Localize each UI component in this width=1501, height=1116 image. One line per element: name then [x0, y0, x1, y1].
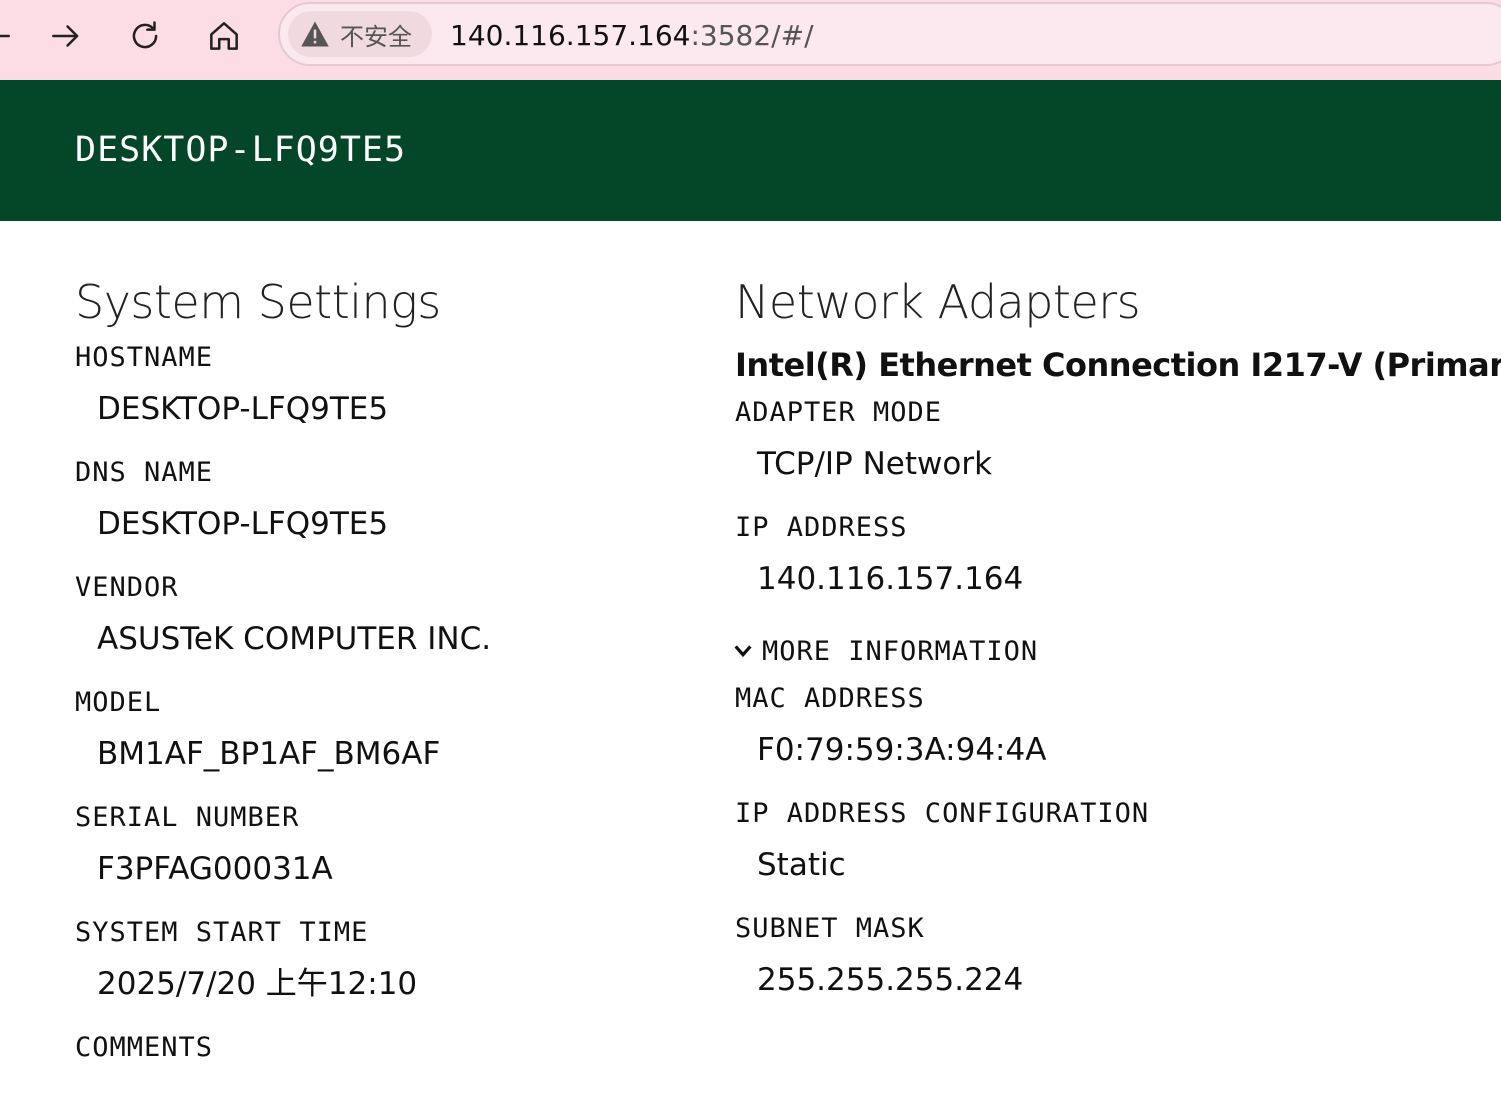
field-value: BM1AF_BP1AF_BM6AF [97, 736, 441, 772]
url-text[interactable]: 140.116.157.164:3582/#/ [450, 18, 814, 54]
chevron-down-icon [734, 645, 752, 658]
field-value: DESKTOP-LFQ9TE5 [97, 391, 389, 427]
warning-triangle-icon [301, 21, 329, 47]
field-label: IP ADDRESS [735, 512, 908, 543]
url-host: 140.116.157.164 [450, 19, 691, 52]
field-label: MODEL [75, 687, 162, 718]
field-label: SERIAL NUMBER [75, 802, 300, 833]
model-field: MODEL BM1AF_BP1AF_BM6AF [75, 683, 695, 798]
field-value: 255.255.255.224 [757, 962, 1024, 998]
field-label: IP ADDRESS CONFIGURATION [735, 798, 1150, 829]
field-label: HOSTNAME [75, 342, 214, 373]
field-value: Static [757, 847, 846, 883]
field-label: ADAPTER MODE [735, 397, 943, 428]
subnet-mask-field: SUBNET MASK 255.255.255.224 [735, 909, 1495, 1024]
back-button[interactable] [0, 14, 18, 58]
serial-number-field: SERIAL NUMBER F3PFAG00031A [75, 798, 695, 913]
app-header: DESKTOP-LFQ9TE5 [0, 80, 1501, 221]
home-icon [210, 22, 238, 50]
field-value: 140.116.157.164 [757, 561, 1024, 597]
reload-button[interactable] [123, 14, 167, 58]
dns-name-field: DNS NAME DESKTOP-LFQ9TE5 [75, 453, 695, 568]
ip-address-configuration-field: IP ADDRESS CONFIGURATION Static [735, 794, 1495, 909]
adapter-name: Intel(R) Ethernet Connection I217-V (Pri… [735, 346, 1501, 384]
more-information-label: MORE INFORMATION [762, 635, 1039, 667]
field-value: 2025/7/20 上午12:10 [97, 966, 418, 1002]
home-button[interactable] [202, 14, 246, 58]
mac-address-field: MAC ADDRESS F0:79:59:3A:94:4A [735, 679, 1495, 794]
field-label: SYSTEM START TIME [75, 917, 369, 948]
system-settings-title: System Settings [75, 275, 441, 329]
arrow-left-icon [0, 34, 10, 38]
security-label: 不安全 [340, 22, 412, 51]
url-path: :3582/#/ [690, 19, 814, 52]
hostname-field: HOSTNAME DESKTOP-LFQ9TE5 [75, 338, 695, 453]
field-label: SUBNET MASK [735, 913, 925, 944]
address-bar[interactable]: 不安全 140.116.157.164:3582/#/ [278, 2, 1501, 66]
field-label: VENDOR [75, 572, 179, 603]
field-label: DNS NAME [75, 457, 214, 488]
field-label: COMMENTS [75, 1032, 214, 1063]
arrow-right-icon [52, 25, 79, 47]
ip-address-field: IP ADDRESS 140.116.157.164 [735, 508, 1495, 623]
field-value: F3PFAG00031A [97, 851, 333, 887]
field-value: DESKTOP-LFQ9TE5 [97, 506, 389, 542]
system-settings-panel: System Settings HOSTNAME DESKTOP-LFQ9TE5… [75, 270, 695, 1068]
adapter-mode-field: ADAPTER MODE TCP/IP Network [735, 393, 1495, 508]
system-start-time-field: SYSTEM START TIME 2025/7/20 上午12:10 [75, 913, 695, 1028]
comments-field: COMMENTS [75, 1028, 695, 1068]
forward-button[interactable] [44, 14, 88, 58]
field-value: ASUSTeK COMPUTER INC. [97, 621, 492, 657]
browser-toolbar: 不安全 140.116.157.164:3582/#/ [0, 0, 1501, 80]
field-label: MAC ADDRESS [735, 683, 925, 714]
field-value: F0:79:59:3A:94:4A [757, 732, 1047, 768]
page-title: DESKTOP-LFQ9TE5 [75, 130, 407, 170]
vendor-field: VENDOR ASUSTeK COMPUTER INC. [75, 568, 695, 683]
network-adapters-title: Network Adapters [735, 275, 1141, 329]
network-adapters-panel: Network Adapters Intel(R) Ethernet Conne… [732, 270, 1501, 1024]
field-value: TCP/IP Network [757, 446, 993, 482]
security-indicator[interactable]: 不安全 [288, 11, 432, 57]
more-information-toggle[interactable]: MORE INFORMATION [732, 623, 1495, 679]
reload-icon [132, 21, 158, 49]
